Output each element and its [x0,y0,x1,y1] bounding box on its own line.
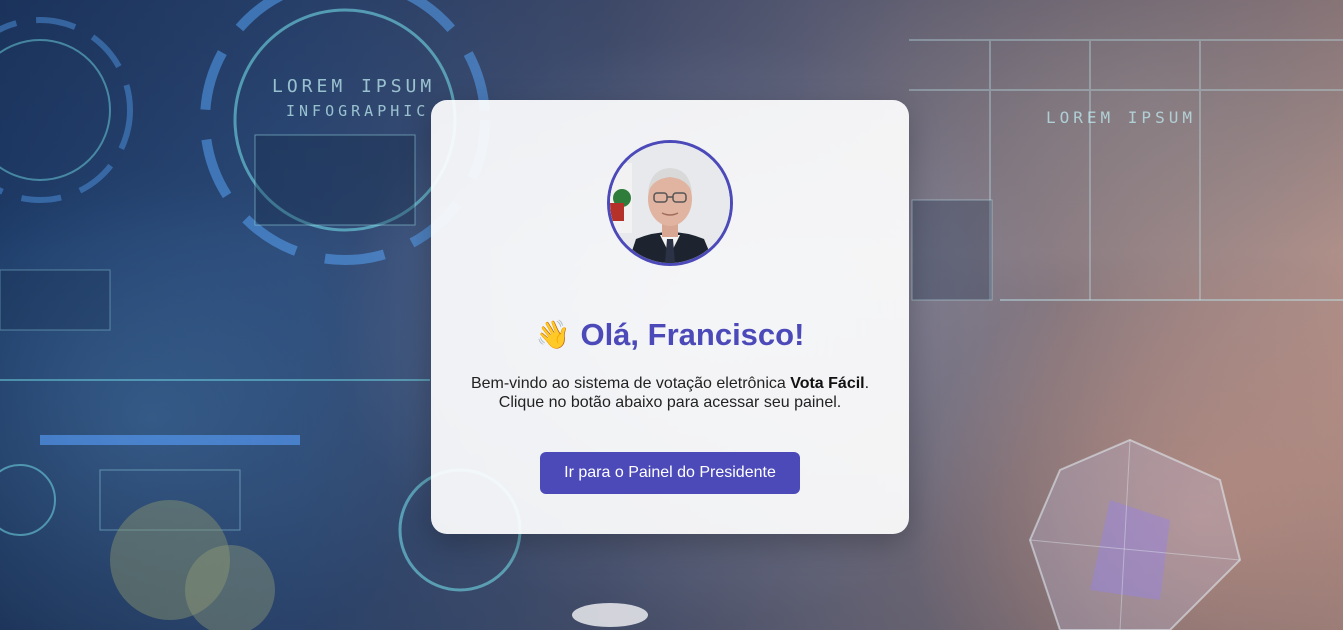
welcome-line2: Clique no botão abaixo para acessar seu … [498,394,842,411]
hud-title-right: LOREM IPSUM [1046,108,1196,127]
hud-subtitle-left: INFOGRAPHIC [286,102,430,120]
president-photo [610,143,730,263]
go-to-president-panel-button[interactable]: Ir para o Painel do Presidente [540,452,800,494]
welcome-card: 👋 Olá, Francisco! Bem-vindo ao sistema de… [431,100,909,534]
greeting-text: Olá, Francisco! [580,317,805,352]
hud-title-left: LOREM IPSUM [272,76,436,97]
welcome-line1-suffix: . [864,375,870,392]
avatar [607,140,733,266]
greeting-heading: 👋 Olá, Francisco! [431,315,909,355]
waving-hand-icon: 👋 [535,319,571,350]
welcome-message: Bem-vindo ao sistema de votação eletrôni… [431,374,909,412]
welcome-line1-prefix: Bem-vindo ao sistema de votação eletrôni… [470,375,791,392]
brand-name: Vota Fácil [790,375,865,392]
